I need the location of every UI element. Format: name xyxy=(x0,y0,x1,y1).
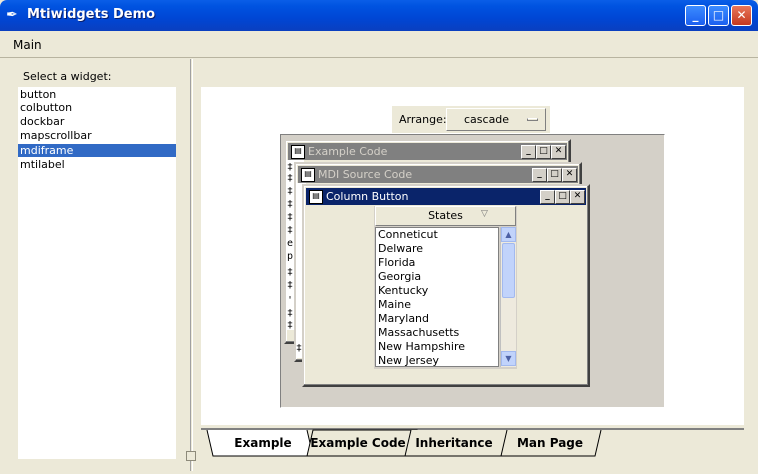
code-line: ‡ xyxy=(287,199,294,210)
minimize-icon[interactable]: _ xyxy=(540,190,555,204)
mdi-title-example-code[interactable]: ▤ Example Code _ □ ✕ xyxy=(288,143,567,160)
tab-inheritance[interactable]: Inheritance xyxy=(406,431,502,457)
maximize-icon[interactable]: □ xyxy=(555,190,570,204)
document-icon: ▤ xyxy=(291,145,305,159)
scroll-down-icon[interactable]: ▼ xyxy=(501,351,516,366)
scroll-up-icon[interactable]: ▲ xyxy=(501,227,516,242)
minimize-button[interactable]: _ xyxy=(685,5,706,26)
list-item-dockbar[interactable]: dockbar xyxy=(18,115,176,128)
feather-icon: ✒ xyxy=(6,7,18,23)
splitter-handle[interactable] xyxy=(186,451,196,461)
maximize-icon[interactable]: □ xyxy=(536,145,551,159)
code-line: ‡ xyxy=(287,186,294,197)
list-item[interactable]: Conneticut xyxy=(378,228,438,242)
arrange-label: Arrange: xyxy=(399,113,447,126)
close-button[interactable]: ✕ xyxy=(731,5,752,26)
window-title: Mtiwidgets Demo xyxy=(27,7,156,22)
widget-select-label: Select a widget: xyxy=(23,70,112,83)
maximize-button[interactable]: □ xyxy=(708,5,729,26)
list-item[interactable]: New Jersey xyxy=(378,354,439,368)
maximize-icon[interactable]: □ xyxy=(547,168,562,182)
code-line: ' xyxy=(287,295,294,306)
code-line: ‡ xyxy=(287,173,294,184)
sort-icon: ▽ xyxy=(481,209,488,219)
list-item[interactable]: Kentucky xyxy=(378,284,428,298)
menu-main[interactable]: Main xyxy=(13,38,42,52)
menu-bar xyxy=(0,31,758,58)
list-item-mtilabel[interactable]: mtilabel xyxy=(18,158,176,171)
tab-man-page[interactable]: Man Page xyxy=(503,431,597,457)
mdi-title-text: MDI Source Code xyxy=(318,168,413,181)
tab-example-code[interactable]: Example Code xyxy=(309,431,407,457)
code-line: ‡ xyxy=(287,320,294,331)
list-item[interactable]: New Hampshire xyxy=(378,340,465,354)
code-line: ‡ xyxy=(287,267,294,278)
list-item-button[interactable]: button xyxy=(18,88,176,101)
pane-splitter[interactable] xyxy=(190,59,193,471)
close-icon[interactable]: ✕ xyxy=(570,190,585,204)
list-item-mapscrollbar[interactable]: mapscrollbar xyxy=(18,129,176,142)
document-icon: ▤ xyxy=(309,190,323,204)
code-line: ‡ xyxy=(287,162,294,173)
list-item[interactable]: Maine xyxy=(378,298,411,312)
close-icon[interactable]: ✕ xyxy=(562,168,577,182)
tab-example[interactable]: Example xyxy=(213,431,313,457)
list-item[interactable]: Florida xyxy=(378,256,415,270)
mdi-title-text: Example Code xyxy=(308,145,388,158)
list-item[interactable]: Georgia xyxy=(378,270,421,284)
states-listbox[interactable]: Conneticut Delware Florida Georgia Kentu… xyxy=(375,227,499,367)
close-icon[interactable]: ✕ xyxy=(551,145,566,159)
mdi-title-text: Column Button xyxy=(326,190,409,203)
mdi-title-column-button[interactable]: ▤ Column Button _ □ ✕ xyxy=(306,188,586,205)
list-item[interactable]: Massachusetts xyxy=(378,326,459,340)
document-icon: ▤ xyxy=(301,168,315,182)
code-line: ‡ xyxy=(287,225,294,236)
code-line: p xyxy=(287,251,294,262)
list-item-mdiframe[interactable]: mdiframe xyxy=(18,144,176,157)
list-item[interactable]: Delware xyxy=(378,242,423,256)
code-line: e xyxy=(287,238,294,249)
minimize-icon[interactable]: _ xyxy=(521,145,536,159)
option-indicator-icon xyxy=(527,118,538,121)
list-item-colbutton[interactable]: colbutton xyxy=(18,101,176,114)
scrollbar-thumb[interactable] xyxy=(502,243,515,298)
code-line: ‡ xyxy=(287,212,294,223)
mdi-title-mdi-source-code[interactable]: ▤ MDI Source Code _ □ ✕ xyxy=(298,166,578,183)
column-header-button[interactable]: States xyxy=(375,206,516,226)
widget-list[interactable]: button colbutton dockbar mapscrollbar md… xyxy=(18,87,176,459)
code-line: ‡ xyxy=(287,280,294,291)
minimize-icon[interactable]: _ xyxy=(532,168,547,182)
code-line: ‡ xyxy=(287,308,294,319)
list-item[interactable]: Maryland xyxy=(378,312,429,326)
